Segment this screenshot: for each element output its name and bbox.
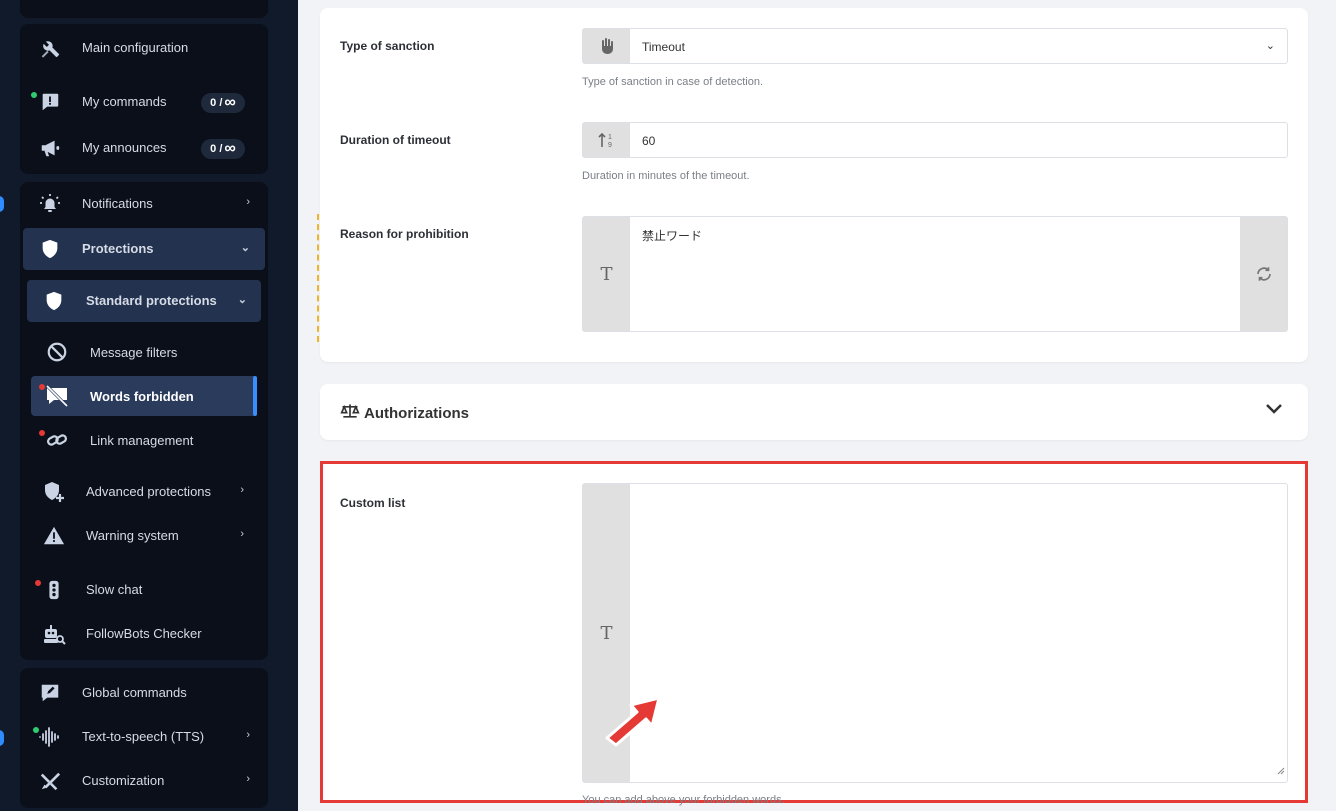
duration-value: 60 [642,134,656,148]
sidebar-leaf-words-forbidden[interactable]: Words forbidden [31,376,257,416]
infinity-icon: ∞ [224,94,236,111]
sidebar-item-label: Link management [90,433,194,448]
sidebar-item-label: FollowBots Checker [86,626,202,641]
duration-label: Duration of timeout [340,133,451,147]
arrow-annotation-icon [601,686,671,753]
sidebar-item-label: Customization [82,773,165,788]
scroll-indicator [0,730,4,746]
sidebar-sub-slow-chat[interactable]: Slow chat [24,568,264,612]
chevron-right-icon: › [246,196,250,208]
sidebar-item-my-commands[interactable]: My commands 0 /∞ [20,80,268,124]
sidebar-item-protections[interactable]: Protections ⌄ [23,228,265,270]
sidebar-item-label: Words forbidden [90,389,194,404]
warning-icon [42,524,66,548]
sidebar-item-label: Warning system [86,528,179,543]
sidebar-item-my-announces[interactable]: My announces 0 /∞ [20,126,268,170]
sidebar-item-label: My announces [82,140,167,155]
duration-input[interactable]: 19 60 [582,122,1288,158]
chevron-right-icon: › [246,773,250,785]
sort-numeric-icon: 19 [583,123,630,157]
ban-icon [45,340,69,364]
reason-value: 禁止ワード [642,229,703,243]
sidebar-item-global-commands[interactable]: Global commands [20,671,268,715]
chevron-right-icon: › [240,484,244,496]
text-icon: T [583,217,630,331]
reason-textarea[interactable]: T 禁止ワード [582,216,1288,332]
quota-badge: 0 /∞ [201,93,245,113]
no-message-icon [45,384,69,408]
authorizations-panel[interactable]: Authorizations [320,384,1308,440]
sidebar-leaf-link-management[interactable]: Link management [31,420,257,460]
chat-edit-icon [38,681,62,705]
sidebar-item-label: Standard protections [86,293,217,308]
sidebar-item-customization[interactable]: Customization › [20,759,268,803]
audio-wave-icon [38,725,62,749]
sidebar-item-label: Advanced protections [86,484,212,499]
resize-handle-icon[interactable] [1277,762,1285,780]
chevron-right-icon: › [246,729,250,741]
status-dot [31,92,37,98]
command-icon [38,90,62,114]
reason-label: Reason for prohibition [340,227,469,241]
svg-text:1: 1 [608,134,612,141]
sidebar-item-tts[interactable]: Text-to-speech (TTS) › [20,715,268,759]
custom-list-help: You can add above your forbidden words. [582,794,785,806]
sanction-select[interactable]: Timeout ⌄ [582,28,1288,64]
sidebar-item-label: Global commands [82,685,187,700]
sanction-value: Timeout [642,40,685,54]
sidebar-leaf-message-filters[interactable]: Message filters [31,332,257,372]
sidebar-item-label: Protections [82,241,154,256]
sanction-label: Type of sanction [340,39,435,53]
sidebar-item-label: Main configuration [82,40,189,55]
infinity-icon: ∞ [224,140,236,157]
reset-icon[interactable] [1240,217,1287,331]
sidebar: Main configuration My commands 0 /∞ My a… [0,0,298,811]
scale-icon [340,403,360,423]
sidebar-sub-warning-system[interactable]: Warning system › [24,514,264,558]
scroll-indicator [0,196,4,212]
chevron-down-icon: ⌄ [240,242,250,254]
sidebar-item-label: Message filters [90,345,178,360]
quota-badge: 0 /∞ [201,139,245,159]
sidebar-item-notifications[interactable]: Notifications › [20,182,268,226]
unsaved-marker [317,214,319,342]
shield-icon [38,237,62,261]
custom-list-section: Custom list T [320,461,1308,803]
sidebar-item-label: Text-to-speech (TTS) [82,729,205,744]
duration-help: Duration in minutes of the timeout. [582,170,750,182]
shield-plus-icon [42,480,66,504]
megaphone-icon [38,136,62,160]
sidebar-sub-standard-protections[interactable]: Standard protections ⌄ [27,280,261,322]
sidebar-item-label: My commands [82,94,167,109]
traffic-light-icon [42,578,66,602]
hand-icon [583,29,630,63]
custom-list-label: Custom list [340,496,406,510]
sidebar-top-panel [20,0,268,18]
sidebar-item-label: Slow chat [86,582,143,597]
main-content: Type of sanction Timeout ⌄ Type of sanct… [298,0,1336,811]
sidebar-sub-advanced-protections[interactable]: Advanced protections › [24,470,264,514]
settings-card: Type of sanction Timeout ⌄ Type of sanct… [317,8,1308,362]
sidebar-item-main-configuration[interactable]: Main configuration [20,26,268,70]
chevron-down-icon[interactable] [1264,398,1284,423]
chevron-down-icon: ⌄ [237,294,247,306]
custom-list-textarea[interactable]: T [582,483,1288,783]
authorizations-title: Authorizations [364,404,469,422]
shield-icon [42,289,66,313]
bell-icon [38,192,62,216]
sanction-help: Type of sanction in case of detection. [582,76,764,88]
status-dot [35,580,41,586]
chevron-down-icon: ⌄ [1265,40,1275,52]
svg-text:9: 9 [608,142,612,148]
brush-icon [38,769,62,793]
link-icon [45,428,69,452]
chevron-right-icon: › [240,528,244,540]
sidebar-sub-followbots-checker[interactable]: FollowBots Checker [24,612,264,656]
sidebar-item-label: Notifications [82,196,153,211]
robot-search-icon [42,622,66,646]
tools-icon [38,36,62,60]
